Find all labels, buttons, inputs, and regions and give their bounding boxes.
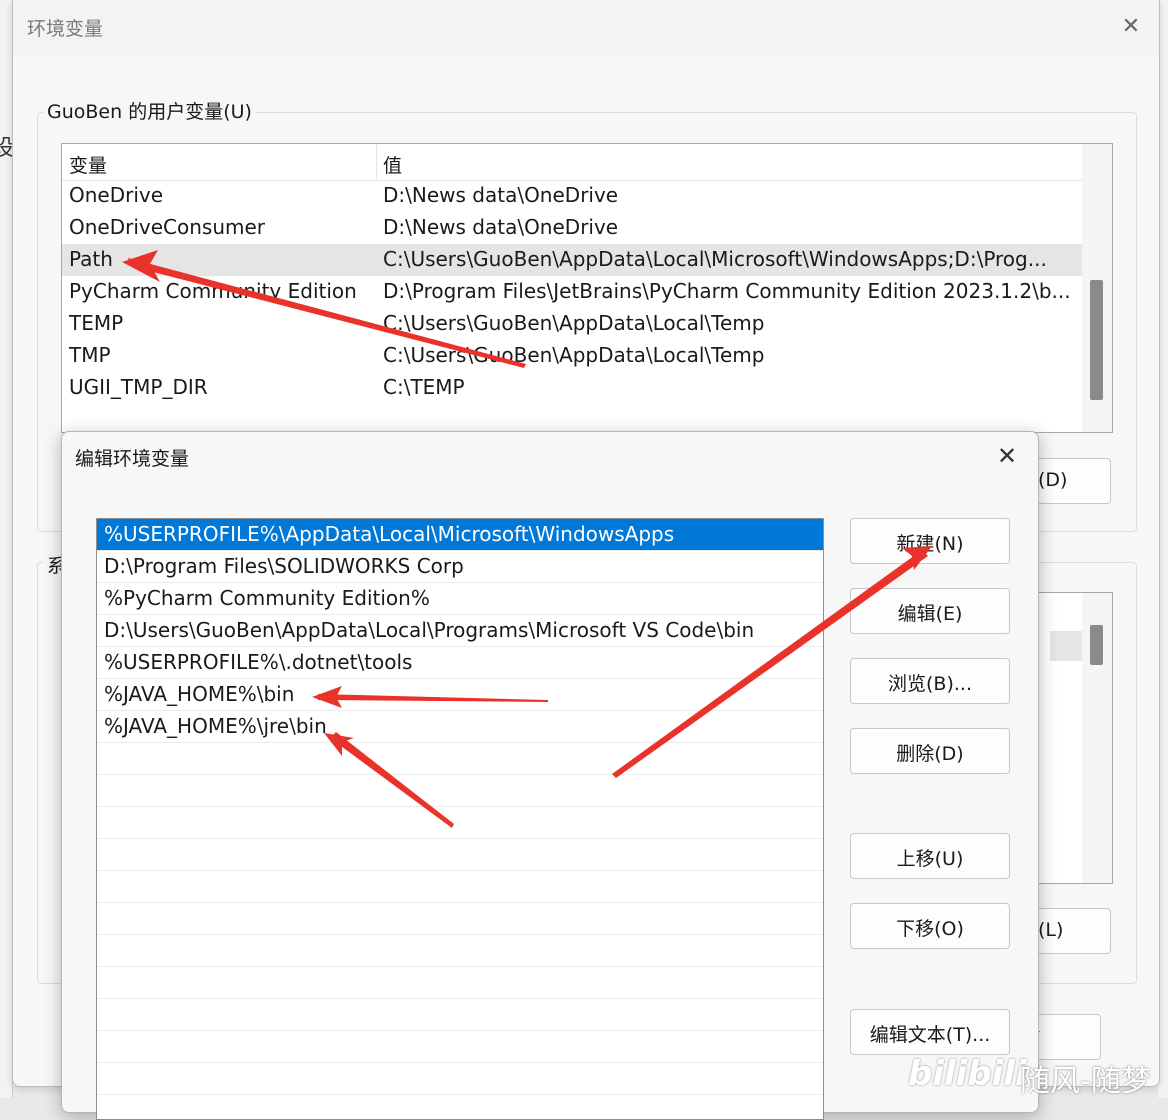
table-row[interactable]: OneDriveConsumer D:\News data\OneDrive bbox=[62, 212, 1082, 244]
button-label: (D) bbox=[1038, 469, 1068, 491]
column-header-value[interactable]: 值 bbox=[383, 151, 402, 178]
scrollbar-thumb[interactable] bbox=[1090, 625, 1103, 665]
list-item[interactable]: D:\Program Files\SOLIDWORKS Corp bbox=[97, 551, 823, 583]
dialog-title: 编辑环境变量 bbox=[75, 448, 190, 470]
watermark-text: 随风-随梦 bbox=[1020, 1064, 1151, 1099]
path-entry-text: %JAVA_HOME%\bin bbox=[104, 682, 295, 706]
scrollbar[interactable] bbox=[1082, 144, 1112, 432]
button-label: 上移(U) bbox=[896, 848, 964, 870]
empty-list-row[interactable] bbox=[97, 999, 823, 1031]
list-item[interactable]: %JAVA_HOME%\bin bbox=[97, 679, 823, 711]
path-entries-list[interactable]: %USERPROFILE%\AppData\Local\Microsoft\Wi… bbox=[96, 518, 824, 1120]
empty-list-row[interactable] bbox=[97, 1031, 823, 1063]
user-variables-table[interactable]: 变量 值 OneDrive D:\News data\OneDrive OneD… bbox=[61, 143, 1113, 433]
path-entry-text: D:\Program Files\SOLIDWORKS Corp bbox=[104, 554, 464, 578]
empty-list-row[interactable] bbox=[97, 903, 823, 935]
table-row[interactable]: OneDrive D:\News data\OneDrive bbox=[62, 180, 1082, 212]
close-icon[interactable]: ✕ bbox=[1116, 14, 1146, 39]
button-label: (L) bbox=[1038, 919, 1064, 941]
path-entry-text: %USERPROFILE%\AppData\Local\Microsoft\Wi… bbox=[104, 522, 675, 546]
variable-name: TMP bbox=[69, 343, 111, 367]
watermark: bilibili 随风-随梦 bbox=[908, 1048, 1168, 1099]
scrollbar[interactable] bbox=[1082, 593, 1112, 883]
column-divider[interactable] bbox=[376, 144, 377, 180]
table-row-selected[interactable] bbox=[1050, 631, 1084, 661]
variable-value: C:\Users\GuoBen\AppData\Local\Microsoft\… bbox=[383, 247, 1047, 271]
variable-name: Path bbox=[69, 247, 113, 271]
variable-value: C:\TEMP bbox=[383, 375, 465, 399]
empty-list-row[interactable] bbox=[97, 775, 823, 807]
empty-list-row[interactable] bbox=[97, 967, 823, 999]
empty-list-row[interactable] bbox=[97, 1063, 823, 1095]
path-entry-text: %JAVA_HOME%\jre\bin bbox=[104, 714, 327, 738]
list-item[interactable]: %JAVA_HOME%\jre\bin bbox=[97, 711, 823, 743]
button-label: 删除(D) bbox=[896, 743, 964, 765]
empty-list-row[interactable] bbox=[97, 935, 823, 967]
table-row[interactable]: PyCharm Community Edition D:\Program Fil… bbox=[62, 276, 1082, 308]
list-item[interactable]: D:\Users\GuoBen\AppData\Local\Programs\M… bbox=[97, 615, 823, 647]
browse-button[interactable]: 浏览(B)... bbox=[850, 658, 1010, 704]
path-entry-text: %PyCharm Community Edition% bbox=[104, 586, 430, 610]
list-item-selected[interactable]: %USERPROFILE%\AppData\Local\Microsoft\Wi… bbox=[97, 519, 823, 551]
scrollbar-thumb[interactable] bbox=[1090, 280, 1103, 400]
empty-list-row[interactable] bbox=[97, 839, 823, 871]
button-label: 新建(N) bbox=[896, 533, 964, 555]
list-item[interactable]: %USERPROFILE%\.dotnet\tools bbox=[97, 647, 823, 679]
variable-name: UGII_TMP_DIR bbox=[69, 375, 208, 399]
path-entry-text: %USERPROFILE%\.dotnet\tools bbox=[104, 650, 413, 674]
button-label: 下移(O) bbox=[896, 918, 964, 940]
variable-value: D:\News data\OneDrive bbox=[383, 183, 619, 207]
table-header: 变量 值 bbox=[62, 144, 1082, 181]
user-variables-label: GuoBen 的用户变量(U) bbox=[43, 97, 256, 124]
table-row[interactable]: UGII_TMP_DIR C:\TEMP bbox=[62, 372, 1082, 404]
column-header-variable[interactable]: 变量 bbox=[69, 151, 107, 178]
empty-list-row[interactable] bbox=[97, 743, 823, 775]
empty-list-row[interactable] bbox=[97, 871, 823, 903]
new-button[interactable]: 新建(N) bbox=[850, 518, 1010, 564]
variable-value: C:\Users\GuoBen\AppData\Local\Temp bbox=[383, 311, 765, 335]
variable-value: C:\Users\GuoBen\AppData\Local\Temp bbox=[383, 343, 765, 367]
table-row-selected[interactable]: Path C:\Users\GuoBen\AppData\Local\Micro… bbox=[62, 244, 1082, 276]
variable-name: PyCharm Community Edition bbox=[69, 279, 357, 303]
variable-name: OneDrive bbox=[69, 183, 164, 207]
title-bar: 环境变量 ✕ bbox=[13, 0, 1159, 56]
variable-value: D:\News data\OneDrive bbox=[383, 215, 619, 239]
close-icon[interactable]: ✕ bbox=[992, 442, 1022, 470]
table-row[interactable]: TMP C:\Users\GuoBen\AppData\Local\Temp bbox=[62, 340, 1082, 372]
empty-list-row[interactable] bbox=[97, 807, 823, 839]
variable-name: OneDriveConsumer bbox=[69, 215, 266, 239]
table-row[interactable]: TEMP C:\Users\GuoBen\AppData\Local\Temp bbox=[62, 308, 1082, 340]
empty-list-row[interactable] bbox=[97, 1095, 823, 1119]
dialog-title: 环境变量 bbox=[27, 18, 104, 40]
move-up-button[interactable]: 上移(U) bbox=[850, 833, 1010, 879]
button-label: 编辑(E) bbox=[897, 603, 963, 625]
move-down-button[interactable]: 下移(O) bbox=[850, 903, 1010, 949]
bilibili-logo: bilibili bbox=[908, 1054, 1027, 1094]
button-label: 浏览(B)... bbox=[888, 673, 972, 695]
button-label: 编辑文本(T)... bbox=[869, 1024, 991, 1046]
path-entry-text: D:\Users\GuoBen\AppData\Local\Programs\M… bbox=[104, 618, 755, 642]
edit-button[interactable]: 编辑(E) bbox=[850, 588, 1010, 634]
delete-button[interactable]: 删除(D) bbox=[850, 728, 1010, 774]
variable-name: TEMP bbox=[69, 311, 124, 335]
list-item[interactable]: %PyCharm Community Edition% bbox=[97, 583, 823, 615]
variable-value: D:\Program Files\JetBrains\PyCharm Commu… bbox=[383, 279, 1071, 303]
edit-environment-variable-dialog: 编辑环境变量 ✕ %USERPROFILE%\AppData\Local\Mic… bbox=[61, 431, 1039, 1120]
